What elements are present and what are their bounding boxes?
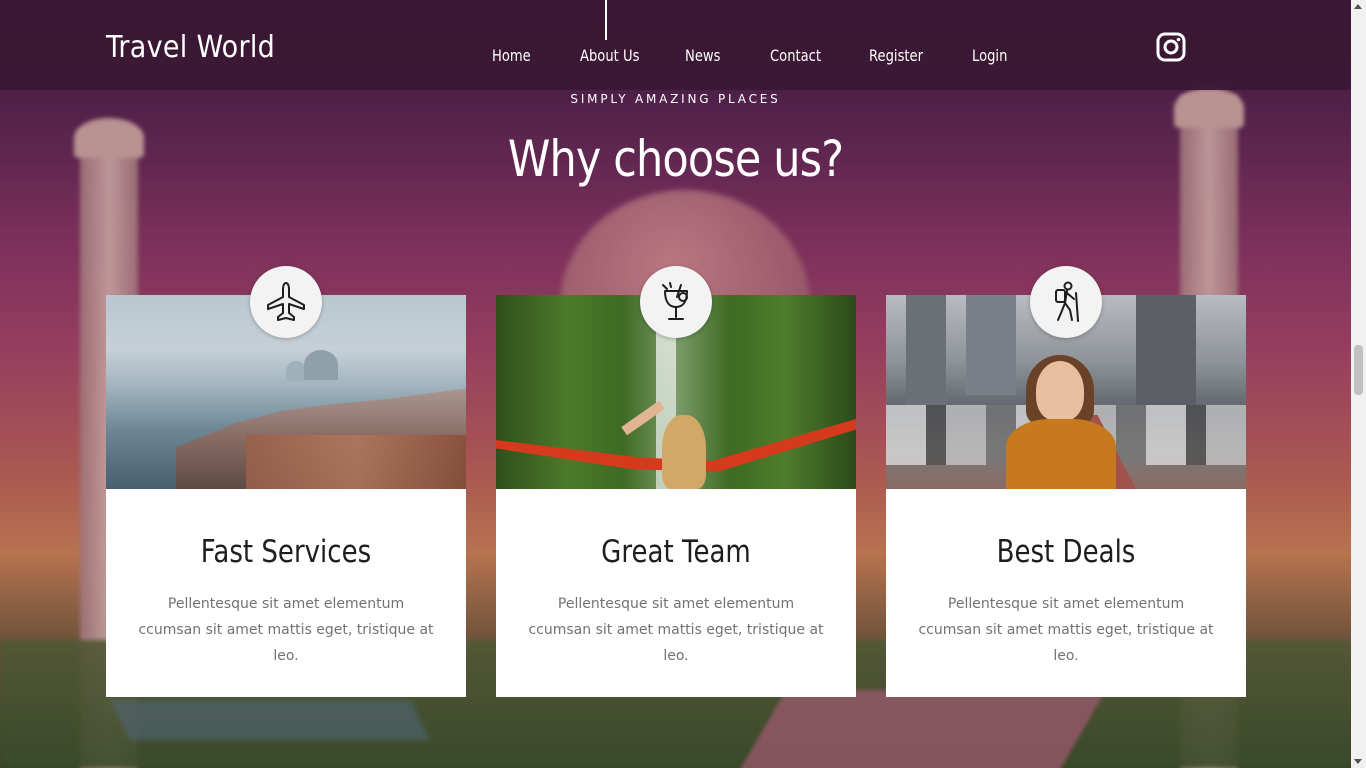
- site-header: Travel World Home About Us News Contact …: [0, 0, 1351, 90]
- site-logo[interactable]: Travel World: [106, 30, 275, 65]
- feature-card-fast-services: Fast Services Pellentesque sit amet elem…: [106, 266, 466, 697]
- card-badge: [640, 266, 712, 338]
- scroll-down-arrow-icon[interactable]: [1354, 759, 1362, 764]
- building: [906, 295, 946, 405]
- woman-hair: [662, 415, 706, 489]
- venice-rooftops: [246, 435, 466, 489]
- nav-contact[interactable]: Contact: [770, 46, 821, 65]
- building: [1136, 295, 1196, 405]
- feature-card-best-deals: Best Deals Pellentesque sit amet element…: [886, 266, 1246, 697]
- orange-jacket: [1006, 419, 1116, 489]
- venice-small-dome: [286, 361, 306, 381]
- nav-home[interactable]: Home: [492, 46, 531, 65]
- nav-about-us[interactable]: About Us: [580, 46, 639, 65]
- scroll-up-arrow-icon[interactable]: [1354, 4, 1362, 9]
- card-title: Fast Services: [200, 534, 372, 570]
- feature-card-great-team: Great Team Pellentesque sit amet element…: [496, 266, 856, 697]
- hiker-icon: [1055, 281, 1079, 322]
- nav-news[interactable]: News: [685, 46, 720, 65]
- building: [966, 295, 1016, 395]
- card-description: Pellentesque sit amet elementum ccumsan …: [528, 596, 824, 664]
- woman-face: [1036, 361, 1084, 421]
- section-kicker: SIMPLY AMAZING PLACES: [570, 92, 781, 106]
- card-description: Pellentesque sit amet elementum ccumsan …: [918, 596, 1214, 664]
- nav-active-indicator: [605, 0, 607, 40]
- section-title: Why choose us?: [507, 130, 844, 188]
- card-badge: [1030, 266, 1102, 338]
- card-badge: [250, 266, 322, 338]
- cocktail-icon: [662, 282, 688, 320]
- card-description: Pellentesque sit amet elementum ccumsan …: [138, 596, 434, 664]
- instagram-icon[interactable]: [1156, 32, 1186, 62]
- card-title: Great Team: [601, 534, 751, 570]
- nav-login[interactable]: Login: [972, 46, 1007, 65]
- card-title: Best Deals: [996, 534, 1136, 570]
- nav-register[interactable]: Register: [869, 46, 923, 65]
- scrollbar-thumb[interactable]: [1354, 345, 1363, 395]
- venice-dome: [304, 350, 338, 380]
- airplane-icon: [267, 282, 305, 321]
